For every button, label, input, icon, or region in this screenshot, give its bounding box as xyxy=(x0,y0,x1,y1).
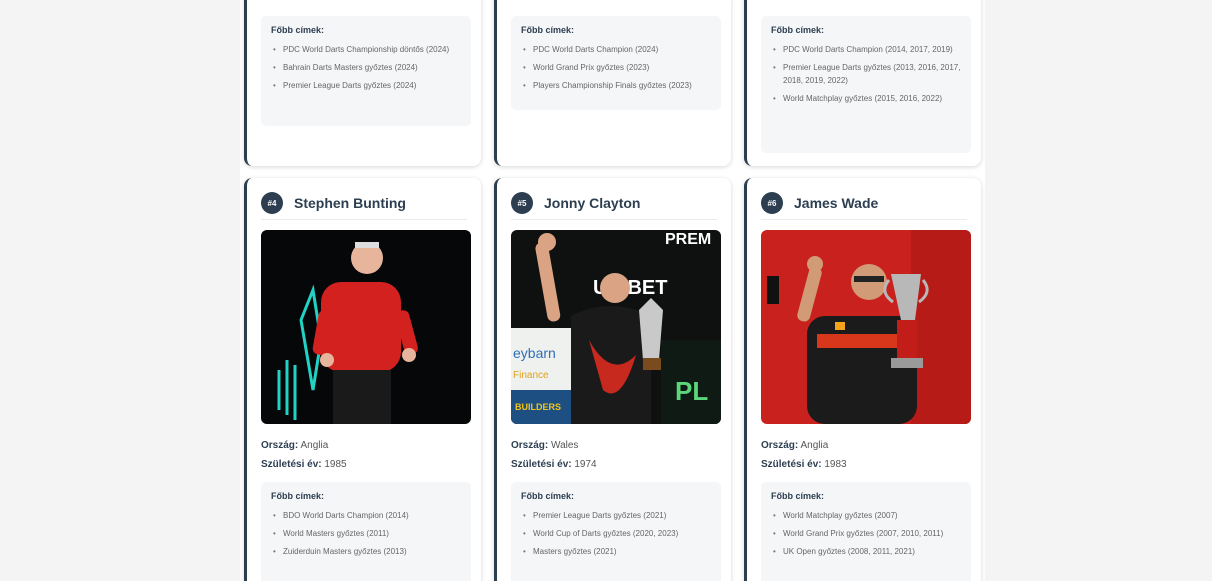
rank-badge: #4 xyxy=(261,192,283,214)
title-item: Premier League Darts győztes (2021) xyxy=(521,509,711,522)
player-card-top-2: Főbb címek: PDC World Darts Champion (20… xyxy=(494,0,731,166)
titles-heading: Főbb címek: xyxy=(271,491,325,501)
title-item: World Grand Prix győztes (2007, 2010, 20… xyxy=(771,527,961,540)
player-card-stephen-bunting[interactable]: #4 Stephen Bunting Ország: Anglia Szület… xyxy=(244,178,481,581)
titles-box: Főbb címek: PDC World Darts Champion (20… xyxy=(761,16,971,153)
svg-text:PL: PL xyxy=(675,376,708,406)
birth-year-value: 1983 xyxy=(824,459,847,470)
country-value: Anglia xyxy=(800,440,829,451)
title-item: World Matchplay győztes (2015, 2016, 202… xyxy=(771,92,961,105)
card-header: #6 James Wade xyxy=(761,192,967,220)
titles-box: Főbb címek: World Matchplay győztes (200… xyxy=(761,482,971,581)
title-item: Zuiderduin Masters győztes (2013) xyxy=(271,545,461,558)
titles-heading: Főbb címek: xyxy=(771,491,825,501)
country-value: Anglia xyxy=(300,440,329,451)
title-item: World Grand Prix győztes (2023) xyxy=(521,61,711,74)
player-photo xyxy=(761,230,971,424)
title-item: World Matchplay győztes (2007) xyxy=(771,509,961,522)
title-item: UK Open győztes (2008, 2011, 2021) xyxy=(771,545,961,558)
title-item: Premier League Darts győztes (2024) xyxy=(271,79,461,92)
title-item: Bahrain Darts Masters győztes (2024) xyxy=(271,61,461,74)
title-item: World Masters győztes (2011) xyxy=(271,527,461,540)
player-card-top-1: Főbb címek: PDC World Darts Championship… xyxy=(244,0,481,166)
player-photo xyxy=(261,230,471,424)
birth-year-value: 1985 xyxy=(324,459,347,470)
country-value: Wales xyxy=(551,440,579,451)
titles-box: Főbb címek: PDC World Darts Championship… xyxy=(261,16,471,126)
player-card-top-3: Főbb címek: PDC World Darts Champion (20… xyxy=(744,0,981,166)
svg-text:eybarn: eybarn xyxy=(513,345,556,361)
birth-year-row: Születési év: 1983 xyxy=(761,459,847,470)
title-item: Masters győztes (2021) xyxy=(521,545,711,558)
rank-badge: #6 xyxy=(761,192,783,214)
title-item: Players Championship Finals győztes (202… xyxy=(521,79,711,92)
svg-text:Finance: Finance xyxy=(513,370,549,381)
title-item: PDC World Darts Champion (2024) xyxy=(521,43,711,56)
titles-heading: Főbb címek: xyxy=(521,491,575,501)
player-name: James Wade xyxy=(794,195,879,211)
player-card-james-wade[interactable]: #6 James Wade Ország: Anglia Születési é… xyxy=(744,178,981,581)
player-card-jonny-clayton[interactable]: #5 Jonny Clayton PREM UNIBET eybarn Fina… xyxy=(494,178,731,581)
player-name: Jonny Clayton xyxy=(544,195,641,211)
birth-year-row: Születési év: 1974 xyxy=(511,459,597,470)
player-name: Stephen Bunting xyxy=(294,195,406,211)
birth-year-row: Születési év: 1985 xyxy=(261,459,347,470)
card-header: #4 Stephen Bunting xyxy=(261,192,467,220)
titles-heading: Főbb címek: xyxy=(521,25,575,35)
card-header: #5 Jonny Clayton xyxy=(511,192,717,220)
svg-text:PREM: PREM xyxy=(665,231,711,248)
title-item: PDC World Darts Championship döntős (202… xyxy=(271,43,461,56)
title-item: Premier League Darts győztes (2013, 2016… xyxy=(771,61,961,87)
title-item: PDC World Darts Champion (2014, 2017, 20… xyxy=(771,43,961,56)
birth-year-value: 1974 xyxy=(574,459,597,470)
svg-text:BUILDERS: BUILDERS xyxy=(515,402,561,412)
titles-box: Főbb címek: Premier League Darts győztes… xyxy=(511,482,721,581)
titles-box: Főbb címek: PDC World Darts Champion (20… xyxy=(511,16,721,110)
player-photo: PREM UNIBET eybarn Finance BUILDERS PL xyxy=(511,230,721,424)
titles-box: Főbb címek: BDO World Darts Champion (20… xyxy=(261,482,471,581)
title-item: World Cup of Darts győztes (2020, 2023) xyxy=(521,527,711,540)
rank-badge: #5 xyxy=(511,192,533,214)
country-row: Ország: Wales xyxy=(511,440,579,451)
country-row: Ország: Anglia xyxy=(761,440,829,451)
title-item: BDO World Darts Champion (2014) xyxy=(271,509,461,522)
country-row: Ország: Anglia xyxy=(261,440,329,451)
titles-heading: Főbb címek: xyxy=(771,25,825,35)
titles-heading: Főbb címek: xyxy=(271,25,325,35)
